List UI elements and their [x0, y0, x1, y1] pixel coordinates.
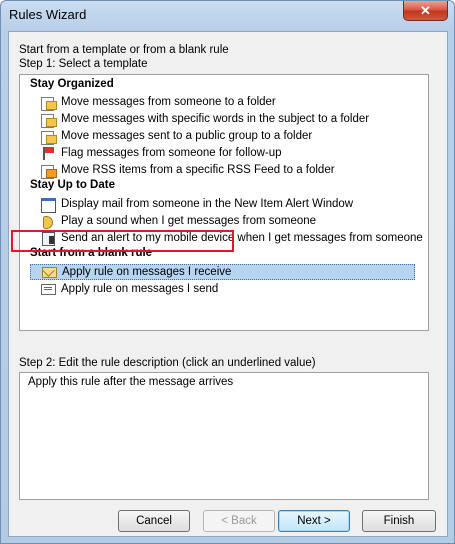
- template-item-move-rss[interactable]: Move RSS items from a specific RSS Feed …: [30, 162, 413, 179]
- cancel-button[interactable]: Cancel: [118, 510, 190, 532]
- template-item-move-from-someone[interactable]: Move messages from someone to a folder: [30, 94, 413, 111]
- template-item-play-sound[interactable]: Play a sound when I get messages from so…: [30, 213, 413, 229]
- group-header-blank-rule: Start from a blank rule: [30, 247, 153, 259]
- close-button[interactable]: ✕: [403, 1, 448, 21]
- group-header-stay-up-to-date: Stay Up to Date: [30, 179, 115, 191]
- rss-folder-icon: [40, 163, 57, 179]
- close-icon: ✕: [420, 2, 431, 18]
- mobile-device-icon: [40, 231, 56, 246]
- template-item-label: Play a sound when I get messages from so…: [61, 215, 317, 227]
- back-button[interactable]: < Back: [203, 510, 275, 532]
- template-item-apply-on-receive[interactable]: Apply rule on messages I receive: [30, 264, 415, 280]
- template-item-flag-followup[interactable]: Flag messages from someone for follow-up: [30, 145, 413, 161]
- intro-text: Start from a template or from a blank ru…: [19, 44, 229, 56]
- template-item-apply-on-send[interactable]: Apply rule on messages I send: [30, 281, 413, 297]
- rule-description-text: Apply this rule after the message arrive…: [28, 376, 234, 388]
- flag-icon: [40, 146, 56, 160]
- template-item-label: Move messages with specific words in the…: [61, 113, 370, 125]
- rules-wizard-window: Rules Wizard ✕ Start from a template or …: [0, 0, 455, 544]
- dialog-body: Start from a template or from a blank ru…: [8, 31, 448, 537]
- template-list[interactable]: Stay Organized Move messages from someon…: [19, 74, 429, 331]
- next-button[interactable]: Next >: [278, 510, 350, 532]
- step2-label: Step 2: Edit the rule description (click…: [19, 357, 316, 369]
- template-item-label: Flag messages from someone for follow-up: [61, 147, 282, 159]
- template-item-label: Move RSS items from a specific RSS Feed …: [61, 164, 335, 176]
- envelope-icon: [41, 265, 57, 279]
- template-item-move-public-group[interactable]: Move messages sent to a public group to …: [30, 128, 413, 145]
- step1-label: Step 1: Select a template: [19, 58, 148, 70]
- template-item-label: Apply rule on messages I receive: [62, 266, 232, 278]
- template-item-label: Display mail from someone in the New Ite…: [61, 198, 354, 210]
- template-item-mobile-alert[interactable]: Send an alert to my mobile device when I…: [30, 230, 423, 246]
- group-header-stay-organized: Stay Organized: [30, 78, 114, 90]
- folder-move-icon: [40, 112, 57, 128]
- template-item-label: Move messages sent to a public group to …: [61, 130, 313, 142]
- folder-move-icon: [40, 129, 57, 145]
- send-mail-icon: [40, 282, 56, 296]
- template-item-display-alert[interactable]: Display mail from someone in the New Ite…: [30, 196, 413, 213]
- template-item-label: Send an alert to my mobile device when I…: [61, 232, 423, 244]
- title-bar[interactable]: Rules Wizard ✕: [1, 1, 454, 31]
- sound-icon: [40, 214, 56, 229]
- folder-move-icon: [40, 95, 57, 111]
- rule-description-box[interactable]: Apply this rule after the message arrive…: [19, 372, 429, 500]
- alert-window-icon: [40, 197, 56, 213]
- template-item-label: Move messages from someone to a folder: [61, 96, 276, 108]
- finish-button[interactable]: Finish: [362, 510, 436, 532]
- window-title: Rules Wizard: [9, 7, 87, 22]
- template-item-label: Apply rule on messages I send: [61, 283, 219, 295]
- template-item-move-specific-words[interactable]: Move messages with specific words in the…: [30, 111, 413, 128]
